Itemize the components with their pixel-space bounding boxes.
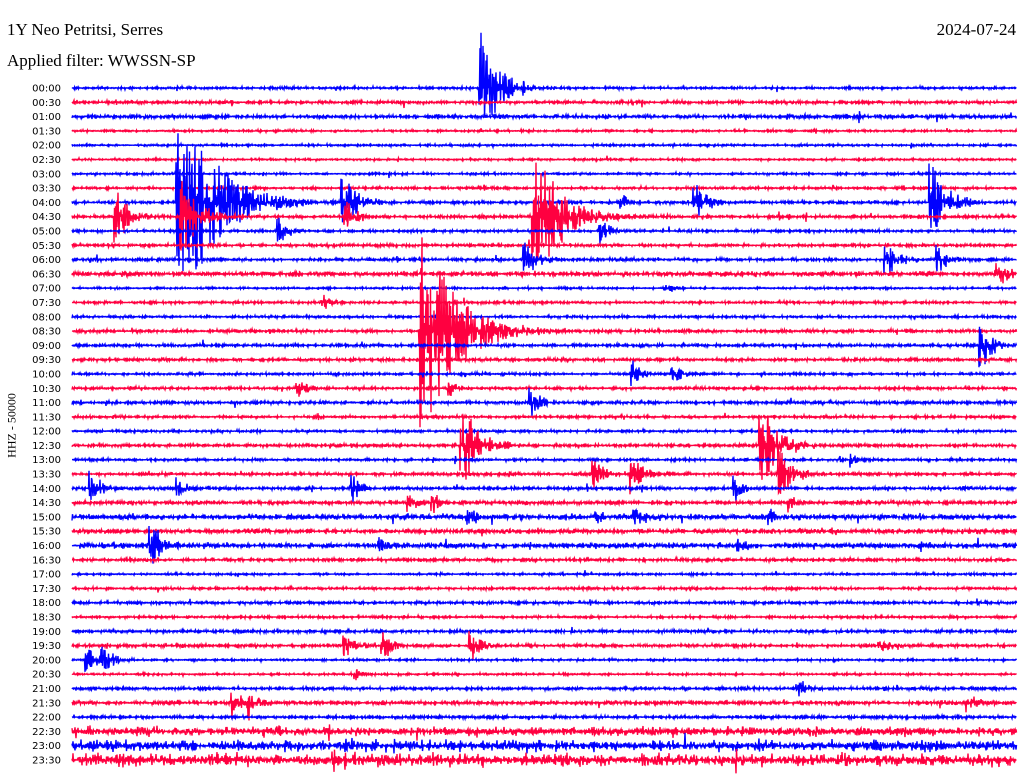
row-time-label: 22:00 <box>32 713 61 724</box>
trace-1000 <box>71 360 1017 387</box>
row-time-label: 21:00 <box>32 684 61 695</box>
row-time-label: 17:30 <box>32 584 61 595</box>
row-time-label: 14:30 <box>32 498 61 509</box>
row-time-label: 20:30 <box>32 670 61 681</box>
helicorder-plot: 00:00 00:30 01:00 01:30 02:00 02:30 03:00 03:30… <box>32 32 1018 774</box>
row-time-label: 01:30 <box>32 126 61 137</box>
trace-1230 <box>71 414 1017 480</box>
row-time-label: 00:00 <box>32 84 61 95</box>
trace-1430 <box>71 495 1018 514</box>
row-time-label: 23:30 <box>32 756 61 767</box>
trace-0930 <box>71 355 1018 365</box>
trace-1530 <box>71 526 1018 537</box>
row-time-label: 22:30 <box>32 727 61 738</box>
row-time-label: 16:30 <box>32 555 61 566</box>
row-time-label: 07:30 <box>32 298 61 309</box>
trace-1130 <box>71 412 1017 422</box>
row-time-label: 06:00 <box>32 255 61 266</box>
row-time-label: 09:30 <box>32 355 61 366</box>
trace-2330 <box>71 748 1017 774</box>
row-time-label: 13:00 <box>32 455 61 466</box>
row-time-label: 21:30 <box>32 698 61 709</box>
row-time-label: 20:00 <box>32 655 61 666</box>
trace-1500 <box>71 508 1017 526</box>
trace-1900 <box>71 626 1018 636</box>
row-time-label: 00:30 <box>32 98 61 109</box>
row-time-label: 05:00 <box>32 226 61 237</box>
row-time-label: 18:30 <box>32 613 61 624</box>
row-time-label: 04:30 <box>32 212 61 223</box>
row-time-label: 02:30 <box>32 155 61 166</box>
trace-0630 <box>71 263 1018 284</box>
row-time-label: 13:30 <box>32 470 61 481</box>
row-time-label: 12:30 <box>32 441 61 452</box>
trace-1830 <box>71 612 1018 622</box>
trace-2100 <box>71 681 1018 697</box>
row-time-label: 15:00 <box>32 512 61 523</box>
row-time-label: 07:00 <box>32 284 61 295</box>
row-time-label: 15:30 <box>32 527 61 538</box>
row-time-label: 11:30 <box>32 412 61 423</box>
row-time-label: 08:30 <box>32 327 61 338</box>
row-time-label: 03:30 <box>32 184 61 195</box>
trace-0600 <box>71 242 1017 276</box>
trace-0230 <box>71 155 1017 164</box>
row-time-label: 08:00 <box>32 312 61 323</box>
row-time-label: 14:00 <box>32 484 61 495</box>
trace-0700 <box>71 284 1017 293</box>
trace-1300 <box>72 453 1018 468</box>
row-time-label: 18:00 <box>32 598 61 609</box>
row-time-label: 03:00 <box>32 169 61 180</box>
row-time-label: 19:30 <box>32 641 61 652</box>
trace-0030 <box>71 97 1018 109</box>
row-time-label: 05:30 <box>32 241 61 252</box>
trace-2300 <box>71 732 1018 754</box>
trace-0730 <box>71 294 1017 309</box>
trace-1800 <box>71 598 1018 608</box>
trace-2030 <box>71 669 1017 681</box>
trace-1100 <box>71 387 1018 417</box>
trace-0800 <box>71 312 1017 322</box>
row-time-label: 12:00 <box>32 427 61 438</box>
trace-1030 <box>71 382 1018 397</box>
trace-0200 <box>71 141 1018 150</box>
trace-0130 <box>71 126 1018 135</box>
trace-0100 <box>71 111 1018 124</box>
row-time-label: 19:00 <box>32 627 61 638</box>
row-time-label: 17:00 <box>32 570 61 581</box>
row-time-label: 11:00 <box>32 398 61 409</box>
trace-2230 <box>71 724 1018 741</box>
row-time-label: 10:30 <box>32 384 61 395</box>
trace-1730 <box>71 584 1018 593</box>
trace-0000 <box>71 32 1017 118</box>
row-time-label: 04:00 <box>32 198 61 209</box>
row-time-label: 16:00 <box>32 541 61 552</box>
trace-1200 <box>71 426 1018 436</box>
row-time-label: 02:00 <box>32 141 61 152</box>
row-time-label: 01:00 <box>32 112 61 123</box>
row-time-label: 06:30 <box>32 269 61 280</box>
row-time-label: 10:00 <box>32 369 61 380</box>
row-time-label: 09:00 <box>32 341 61 352</box>
trace-1930 <box>71 631 1017 660</box>
row-time-label: 23:00 <box>32 741 61 752</box>
trace-1630 <box>71 555 1018 565</box>
trace-1700 <box>71 570 1018 579</box>
trace-2200 <box>71 712 1017 722</box>
trace-2000 <box>71 646 1018 672</box>
